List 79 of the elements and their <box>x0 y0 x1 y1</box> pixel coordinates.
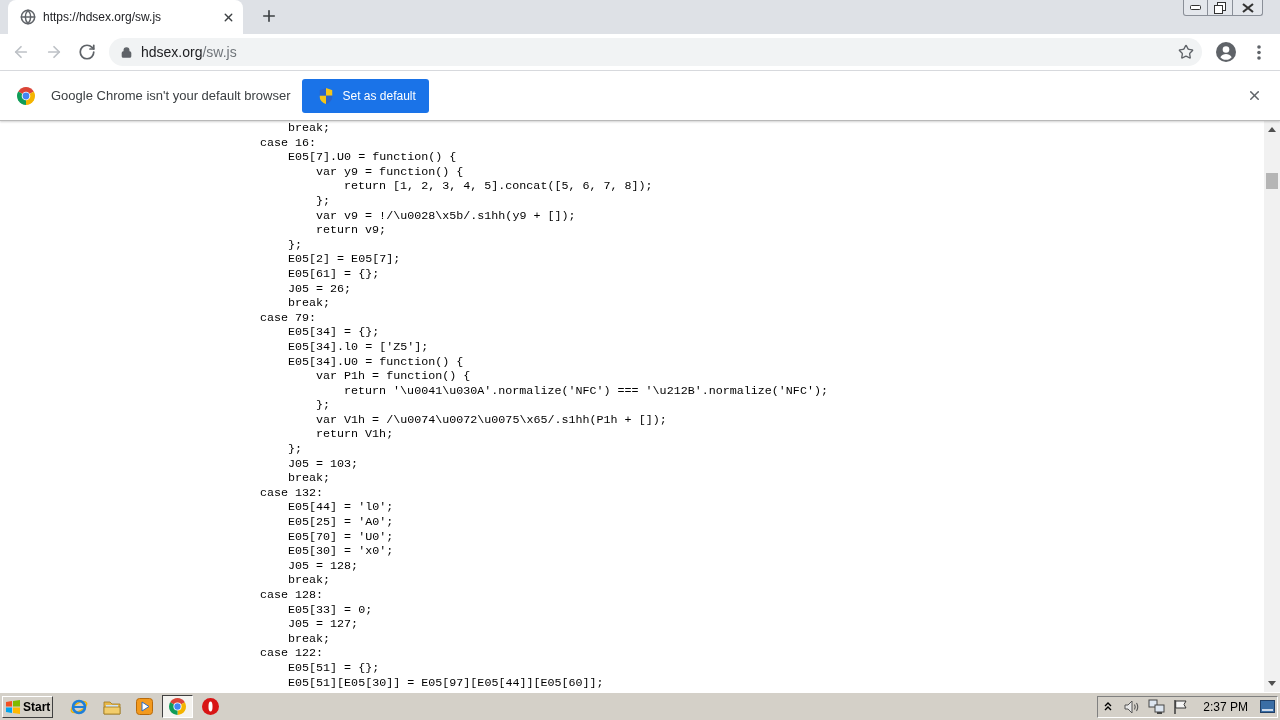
scroll-thumb[interactable] <box>1266 173 1278 189</box>
code-line: E05[2] = E05[7]; <box>288 252 401 267</box>
show-desktop-icon[interactable] <box>1260 700 1275 713</box>
window-close-button[interactable] <box>1233 0 1263 16</box>
code-line: case 132: <box>260 485 324 501</box>
code-line: }; <box>288 442 303 457</box>
plus-icon <box>260 7 278 25</box>
code-line: E05[51] = {}; <box>288 660 380 676</box>
code-line: J05 = 103; <box>288 456 359 472</box>
info-message: Google Chrome isn't your default browser <box>51 86 291 105</box>
scroll-down-arrow-icon[interactable] <box>1268 681 1276 686</box>
set-default-button[interactable]: Set as default <box>302 78 430 113</box>
code-line: return '\u0041\u030A'.normalize('NFC') === '\u212B'.normalize('NFC'); <box>344 383 828 399</box>
tab-title: https://hdsex.org/sw.js <box>43 9 162 26</box>
close-icon <box>1241 2 1254 13</box>
code-line: var V1h = /\u0074\u0072\u0075\x65/.s1hh(P1h + []); <box>316 412 667 428</box>
code-line: E05[61] = {}; <box>288 266 380 282</box>
code-line: break; <box>288 121 331 136</box>
restore-button[interactable] <box>1208 0 1233 16</box>
account-icon <box>1216 42 1236 62</box>
code-line: }; <box>316 193 331 209</box>
code-line: J05 = 128; <box>288 558 359 574</box>
star-icon <box>1178 44 1194 60</box>
forward-arrow-icon <box>45 43 63 61</box>
code-line: var v9 = !/\u0028\x5b/.s1hh(y9 + []); <box>316 208 576 224</box>
bookmark-button[interactable] <box>1176 42 1196 62</box>
speaker-icon[interactable] <box>1124 699 1141 714</box>
code-line: break; <box>288 631 331 647</box>
menu-icon <box>1257 44 1261 60</box>
code-line: E05[33] = 0; <box>288 602 373 618</box>
code-line: var y9 = function() { <box>316 164 464 180</box>
code-line: return V1h; <box>316 427 394 443</box>
code-line: E05[44] = 'l0'; <box>288 500 394 516</box>
code-line: J05 = 26; <box>288 281 352 297</box>
reload-icon <box>78 43 96 61</box>
start-button[interactable]: Start <box>2 695 53 718</box>
browser-tab[interactable]: https://hdsex.org/sw.js <box>8 0 243 34</box>
code-line: E05[7].U0 = function() { <box>288 150 457 165</box>
browser-logo-icon <box>169 698 186 715</box>
windows-flag-icon <box>5 699 21 714</box>
taskbar-button[interactable] <box>162 695 193 718</box>
code-line: E05[25] = 'A0'; <box>288 515 394 530</box>
code-line: E05[34].l0 = ['Z5']; <box>288 339 429 355</box>
browser-logo-icon <box>17 86 35 105</box>
code-line: return v9; <box>316 223 387 238</box>
folder-icon <box>102 698 121 715</box>
code-line: J05 = 127; <box>288 617 359 632</box>
code-line: return [1, 2, 3, 4, 5].concat([5, 6, 7, 8]); <box>344 179 653 194</box>
code-line: }; <box>288 237 303 253</box>
lock-icon <box>121 46 132 58</box>
chevron-up-icon[interactable] <box>1104 702 1113 711</box>
code-line: case 128: <box>260 588 324 603</box>
flag-icon[interactable] <box>1173 698 1190 715</box>
network-icon[interactable] <box>1148 698 1166 715</box>
scrollbar[interactable] <box>1264 121 1280 692</box>
code-line: case 122: <box>260 646 324 661</box>
code-line: var P1h = function() { <box>316 369 471 384</box>
ring-icon <box>202 698 219 715</box>
code-line: E05[34] = {}; <box>288 325 380 340</box>
minimize-button[interactable] <box>1183 0 1208 16</box>
restore-icon <box>1214 1 1226 14</box>
address-bar[interactable]: hdsex.org/sw.js <box>109 38 1202 66</box>
minimize-icon <box>1190 5 1201 10</box>
code-line: }; <box>316 398 331 413</box>
code-line: E05[34].U0 = function() { <box>288 354 464 370</box>
scroll-up-arrow-icon[interactable] <box>1268 127 1276 132</box>
web-browser-icon <box>69 697 88 716</box>
code-line: break; <box>288 573 331 588</box>
url-text: hdsex.org/sw.js <box>141 42 237 62</box>
media-player-icon <box>136 698 153 715</box>
code-line: break; <box>288 296 331 311</box>
code-line: break; <box>288 471 331 486</box>
code-line: E05[51][E05[30]] = E05[97][E05[44]][E05[60]]; <box>288 675 604 691</box>
code-line: case 79: <box>260 310 317 326</box>
code-line: E05[30] = 'x0'; <box>288 544 394 559</box>
shield-icon <box>319 87 334 104</box>
globe-icon <box>20 9 36 25</box>
code-line: E05[70] = 'U0'; <box>288 529 394 545</box>
code-line: case 16: <box>260 135 317 151</box>
